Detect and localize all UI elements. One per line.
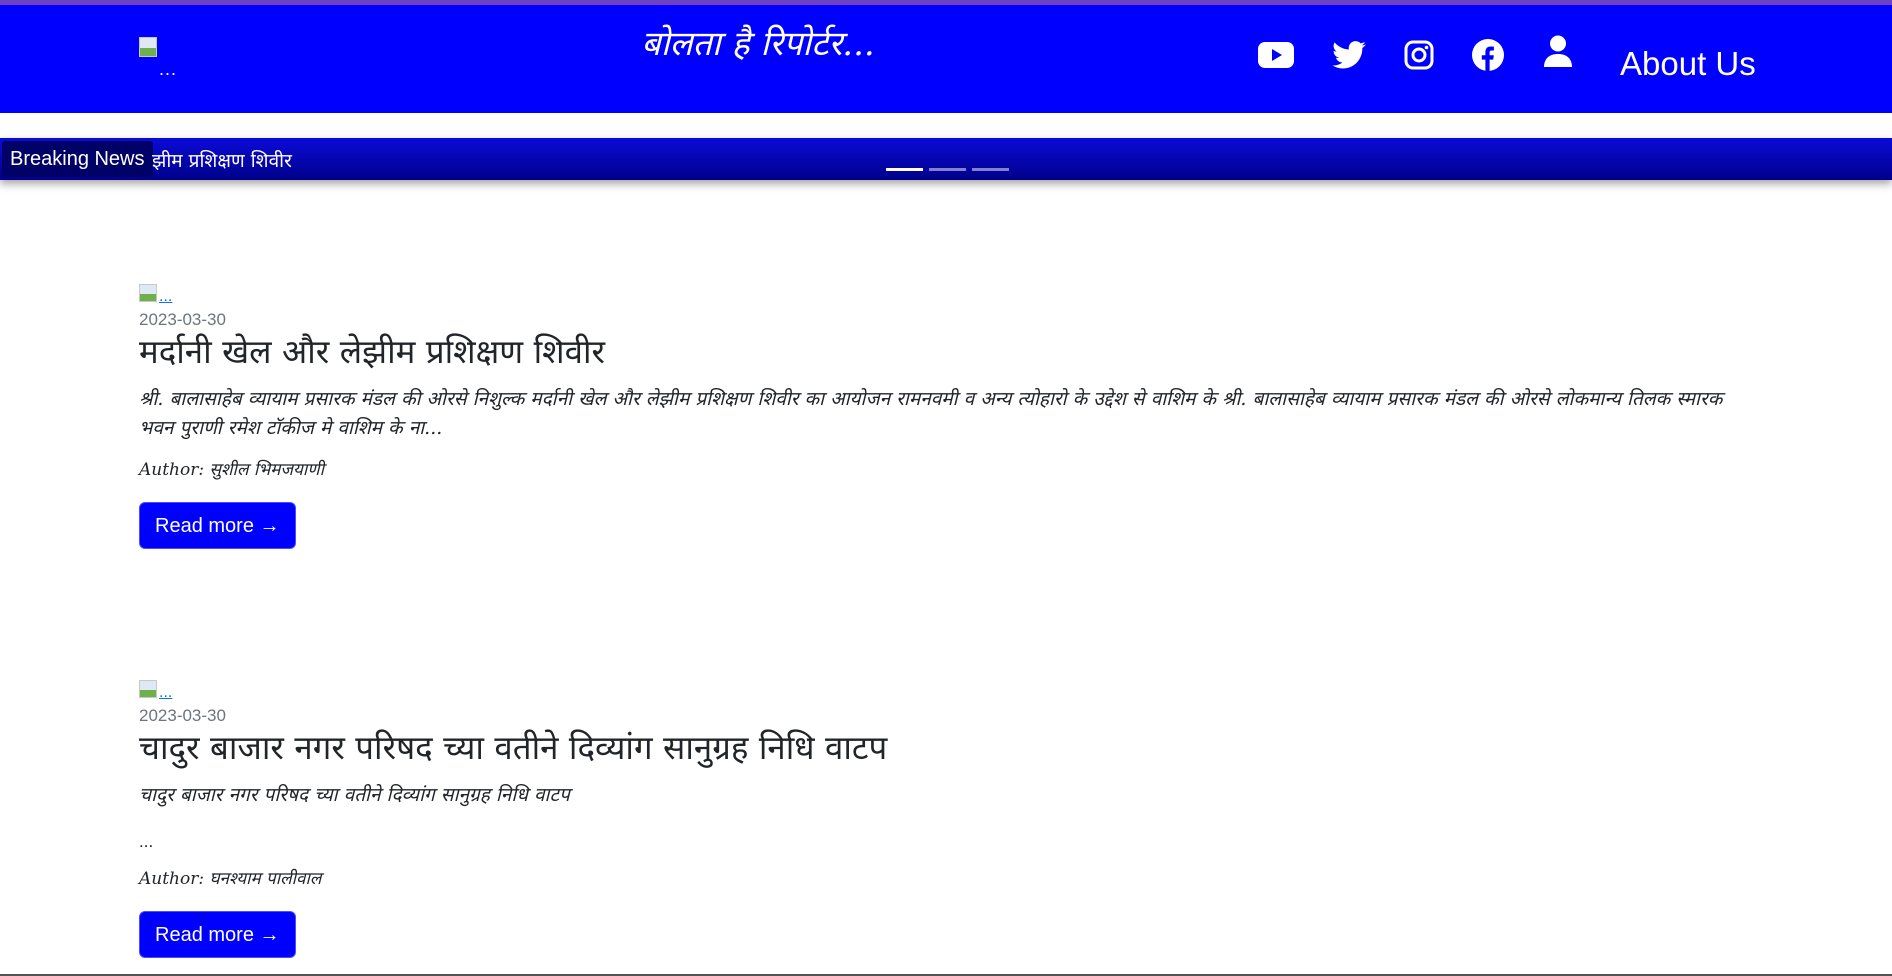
article-image-link[interactable]: ... — [159, 684, 172, 702]
user-account-link[interactable] — [1538, 31, 1578, 71]
instagram-icon — [1404, 40, 1434, 70]
read-more-button[interactable]: Read more → — [139, 911, 296, 958]
youtube-link[interactable] — [1256, 35, 1296, 75]
article-date: 2023-03-30 — [139, 310, 226, 329]
broken-image-icon — [139, 680, 157, 698]
breaking-news-label: Breaking News — [2, 141, 153, 177]
article-extra-text: ... — [139, 832, 154, 851]
user-icon — [1544, 35, 1572, 67]
article-card: ... 2023-03-30 चादुर बाजार नगर परिषद च्य… — [139, 680, 1759, 958]
article-title[interactable]: चादुर बाजार नगर परिषद च्या वतीने दिव्यां… — [139, 729, 1759, 767]
breaking-news-bar: Breaking News झीम प्रशिक्षण शिवीर — [0, 138, 1892, 180]
article-excerpt: चादुर बाजार नगर परिषद च्या वतीने दिव्यां… — [139, 784, 570, 806]
carousel-indicators — [886, 168, 1009, 171]
article-image-link[interactable]: ... — [159, 288, 172, 306]
article-title[interactable]: मर्दानी खेल और लेझीम प्रशिक्षण शिवीर — [139, 333, 1759, 371]
broken-image-icon — [139, 284, 157, 302]
about-us-link[interactable]: About Us — [1620, 45, 1756, 83]
instagram-link[interactable] — [1399, 35, 1439, 75]
article-card: ... 2023-03-30 मर्दानी खेल और लेझीम प्रश… — [139, 284, 1759, 549]
youtube-icon — [1258, 42, 1294, 68]
read-more-button[interactable]: Read more → — [139, 502, 296, 549]
article-date: 2023-03-30 — [139, 706, 226, 725]
carousel-indicator-2[interactable] — [929, 168, 966, 171]
article-image[interactable]: ... — [139, 680, 173, 704]
carousel-indicator-1[interactable] — [886, 168, 923, 171]
article-image[interactable]: ... — [139, 284, 173, 308]
facebook-icon — [1472, 39, 1504, 71]
article-author: Author: सुशील भिमजयाणी — [139, 460, 324, 480]
carousel-indicator-3[interactable] — [972, 168, 1009, 171]
article-author: Author: घनश्याम पालीवाल — [139, 869, 322, 889]
breaking-news-ticker[interactable]: झीम प्रशिक्षण शिवीर — [152, 147, 292, 173]
article-excerpt: श्री. बालासाहेब व्यायाम प्रसारक मंडल की … — [139, 388, 1723, 439]
site-header: ... बोलता है रिपोर्टर... About Us — [0, 5, 1892, 113]
facebook-link[interactable] — [1468, 35, 1508, 75]
twitter-icon — [1332, 41, 1366, 69]
twitter-link[interactable] — [1329, 35, 1369, 75]
